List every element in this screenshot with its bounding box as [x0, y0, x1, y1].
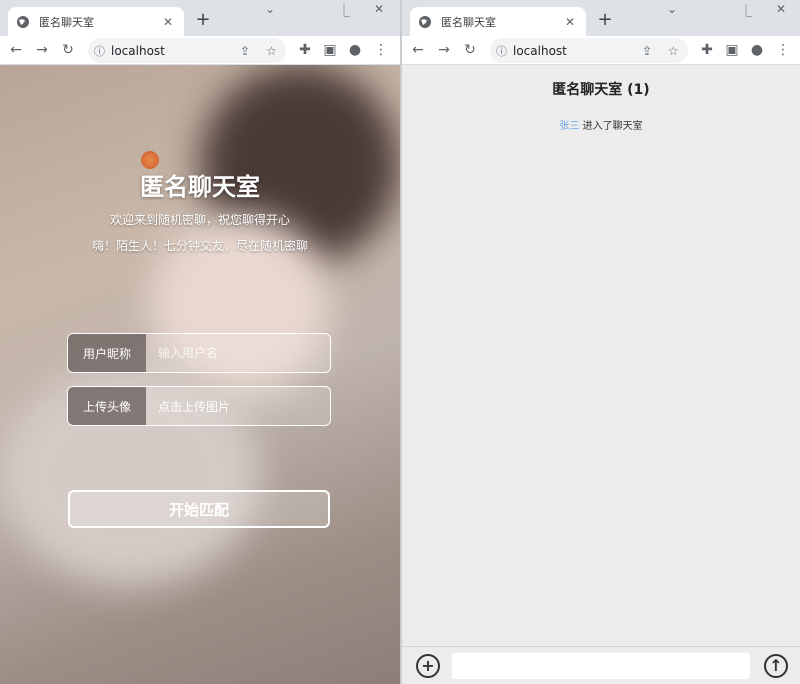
browser-window-left: 匿名聊天室 ✕ + ⌄ ⎿ ✕ ← → ↻ ⓘ localhost ⇪ ☆ ✚ …: [0, 0, 400, 684]
reload-icon[interactable]: ↻: [459, 39, 481, 61]
avatar-label: 上传头像: [68, 387, 146, 425]
browser-tab[interactable]: 匿名聊天室 ✕: [410, 7, 586, 36]
system-message: 张三 进入了聊天室: [402, 117, 800, 132]
menu-icon[interactable]: ⋮: [772, 39, 794, 61]
chevron-down-icon[interactable]: ⌄: [667, 2, 677, 16]
new-tab-button[interactable]: +: [594, 9, 616, 31]
minimize-icon[interactable]: ⎿: [740, 2, 752, 19]
star-icon[interactable]: ☆: [668, 44, 679, 58]
share-icon[interactable]: ⇪: [642, 44, 652, 58]
url-text: localhost: [513, 43, 567, 58]
reload-icon[interactable]: ↻: [57, 39, 79, 61]
profile-icon[interactable]: ●: [344, 39, 366, 61]
avatar-upload[interactable]: 点击上传图片: [146, 387, 330, 425]
profile-icon[interactable]: ●: [746, 39, 768, 61]
system-message-text: 进入了聊天室: [582, 121, 643, 132]
globe-icon: [419, 15, 431, 28]
nickname-input[interactable]: [146, 334, 330, 372]
avatar-field[interactable]: 上传头像 点击上传图片: [67, 386, 331, 426]
extensions-icon[interactable]: ✚: [294, 39, 316, 61]
menu-icon[interactable]: ⋮: [370, 39, 392, 61]
url-text: localhost: [111, 43, 165, 58]
chat-title: 匿名聊天室 (1): [552, 82, 650, 98]
login-page: 匿名聊天室 欢迎来到随机密聊，祝您聊得开心 嗨！陌生人！七分钟交友，尽在随机密聊…: [0, 65, 400, 684]
minimize-icon[interactable]: ⎿: [338, 2, 350, 19]
send-icon[interactable]: ↑: [764, 654, 788, 678]
browser-toolbar: ← → ↻ ⓘ localhost ⇪ ☆ ✚ ▣ ● ⋮: [0, 36, 400, 65]
browser-toolbar: ← → ↻ ⓘ localhost ⇪ ☆ ✚ ▣ ● ⋮: [402, 36, 800, 65]
system-message-user: 张三: [559, 121, 580, 132]
message-bar: + ↑: [402, 646, 800, 684]
new-tab-button[interactable]: +: [192, 9, 214, 31]
add-icon[interactable]: +: [416, 654, 440, 678]
side-panel-icon[interactable]: ▣: [721, 39, 743, 61]
back-icon[interactable]: ←: [5, 39, 27, 61]
tab-strip: 匿名聊天室 ✕ + ⌄ ⎿ ✕: [402, 0, 800, 36]
share-icon[interactable]: ⇪: [240, 44, 250, 58]
subtitle-1: 欢迎来到随机密聊，祝您聊得开心: [109, 213, 290, 227]
browser-tab[interactable]: 匿名聊天室 ✕: [8, 7, 184, 36]
close-window-icon[interactable]: ✕: [776, 2, 786, 16]
nickname-label: 用户昵称: [68, 334, 146, 372]
chevron-down-icon[interactable]: ⌄: [265, 2, 275, 16]
address-bar[interactable]: ⓘ localhost ⇪ ☆: [88, 38, 286, 63]
nickname-field: 用户昵称: [67, 333, 331, 373]
extensions-icon[interactable]: ✚: [696, 39, 718, 61]
info-icon[interactable]: ⓘ: [94, 43, 105, 59]
tab-strip: 匿名聊天室 ✕ + ⌄ ⎿ ✕: [0, 0, 400, 36]
start-match-button[interactable]: 开始匹配: [68, 490, 330, 528]
close-tab-icon[interactable]: ✕: [562, 15, 578, 29]
close-tab-icon[interactable]: ✕: [160, 15, 176, 29]
back-icon[interactable]: ←: [407, 39, 429, 61]
subtitle-2: 嗨！陌生人！七分钟交友，尽在随机密聊: [91, 239, 308, 253]
globe-icon: [17, 15, 29, 28]
page-title: 匿名聊天室: [140, 173, 260, 201]
forward-icon[interactable]: →: [31, 39, 53, 61]
address-bar[interactable]: ⓘ localhost ⇪ ☆: [490, 38, 688, 63]
chat-page: 匿名聊天室 (1) 张三 进入了聊天室 + ↑: [402, 65, 800, 684]
star-icon[interactable]: ☆: [266, 44, 277, 58]
browser-window-right: 匿名聊天室 ✕ + ⌄ ⎿ ✕ ← → ↻ ⓘ localhost ⇪ ☆ ✚ …: [402, 0, 800, 684]
tab-title: 匿名聊天室: [441, 15, 496, 29]
forward-icon[interactable]: →: [433, 39, 455, 61]
side-panel-icon[interactable]: ▣: [319, 39, 341, 61]
info-icon[interactable]: ⓘ: [496, 43, 507, 59]
message-input[interactable]: [452, 653, 750, 679]
tab-title: 匿名聊天室: [39, 15, 94, 29]
close-window-icon[interactable]: ✕: [374, 2, 384, 16]
